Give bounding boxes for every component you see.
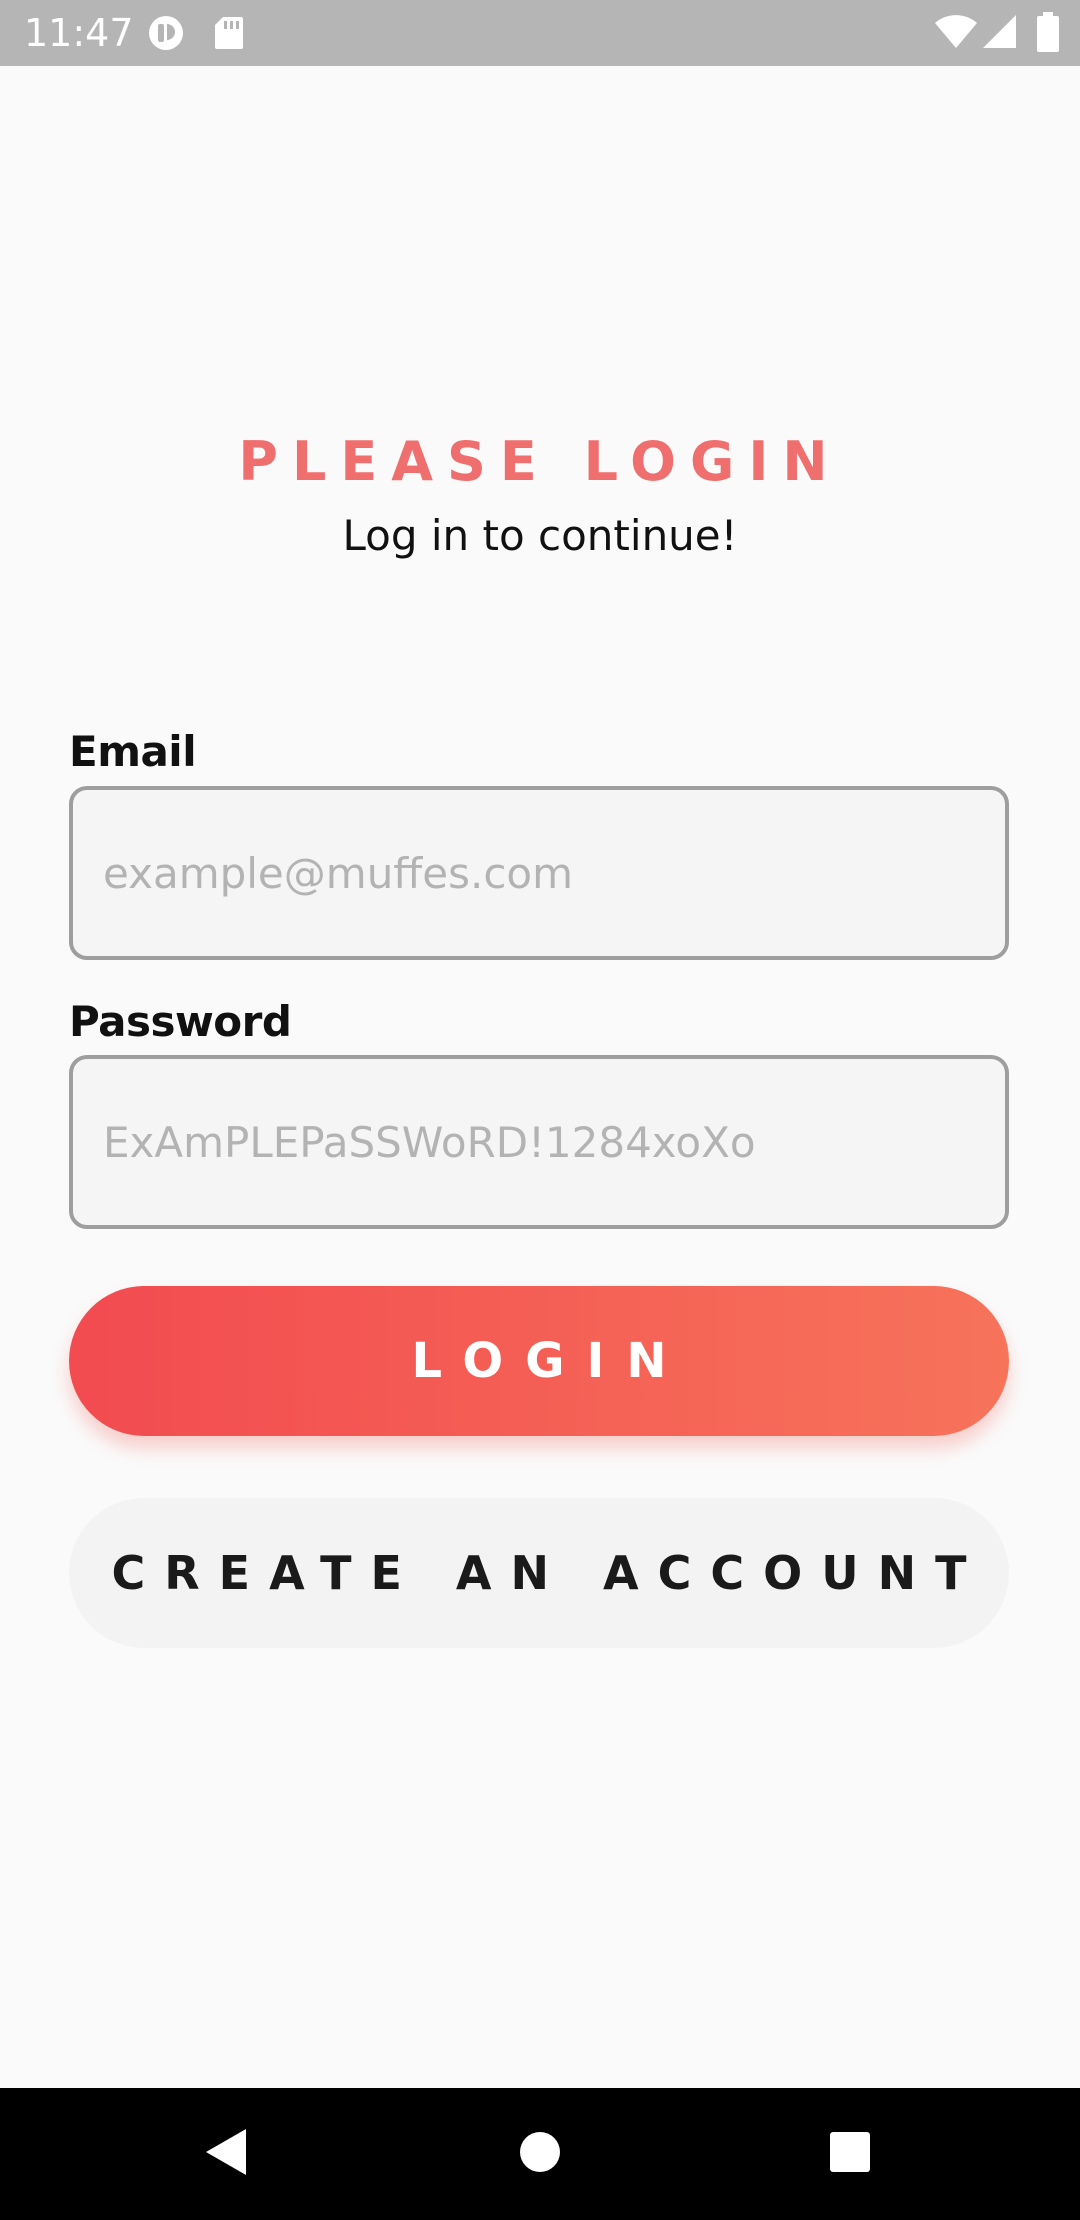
recents-icon bbox=[829, 2131, 871, 2177]
back-button[interactable] bbox=[146, 2088, 306, 2220]
login-button-label: LOGIN bbox=[411, 1333, 689, 1389]
password-input[interactable] bbox=[103, 1059, 973, 1225]
create-account-button[interactable]: CREATE AN ACCOUNT bbox=[69, 1498, 1009, 1648]
home-icon bbox=[519, 2131, 561, 2177]
status-time: 11:47 bbox=[24, 11, 134, 55]
email-field[interactable] bbox=[69, 786, 1009, 960]
password-label: Password bbox=[69, 997, 292, 1046]
wifi-icon bbox=[934, 14, 978, 54]
navigation-bar bbox=[0, 2088, 1080, 2220]
page-subtitle: Log in to continue! bbox=[342, 511, 738, 560]
back-icon bbox=[204, 2127, 248, 2181]
page-title: PLEASE LOGIN bbox=[238, 430, 842, 493]
email-label: Email bbox=[69, 727, 197, 776]
notification-icon bbox=[148, 15, 186, 55]
recents-button[interactable] bbox=[770, 2088, 930, 2220]
create-account-button-label: CREATE AN ACCOUNT bbox=[111, 1546, 986, 1600]
home-button[interactable] bbox=[460, 2088, 620, 2220]
login-button[interactable]: LOGIN bbox=[69, 1286, 1009, 1436]
status-bar: 11:47 bbox=[0, 0, 1080, 66]
sd-card-icon bbox=[214, 15, 244, 55]
password-field[interactable] bbox=[69, 1055, 1009, 1229]
email-input[interactable] bbox=[103, 790, 973, 956]
cell-signal-icon bbox=[982, 14, 1018, 54]
battery-icon bbox=[1036, 12, 1060, 56]
